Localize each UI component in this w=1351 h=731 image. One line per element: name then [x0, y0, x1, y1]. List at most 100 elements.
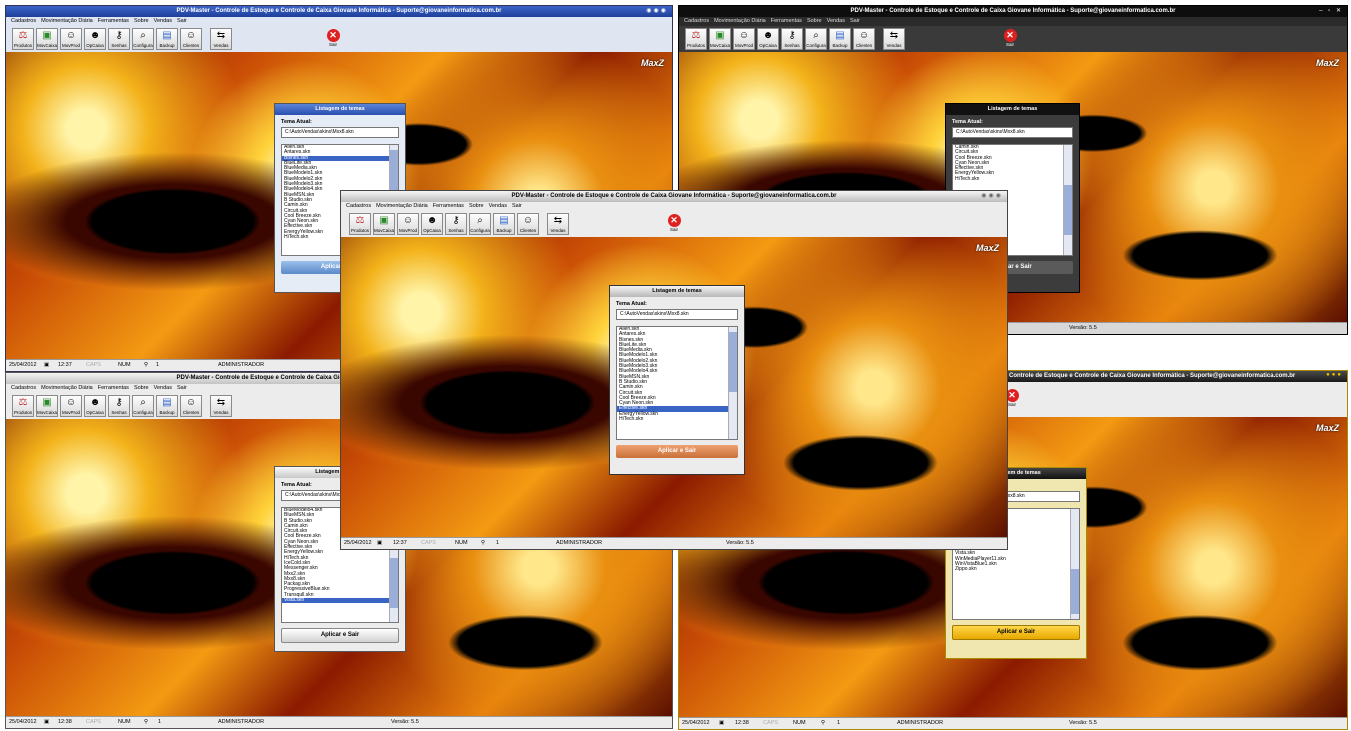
vendas-button[interactable]: ⇆ Vendas — [883, 28, 905, 50]
apply-button[interactable]: Aplicar e Sair — [281, 628, 399, 643]
senhas-button[interactable]: ⚷ Senhas — [108, 395, 130, 417]
menu-movimentacao[interactable]: Movimentação Diária — [41, 385, 93, 391]
opcaixa-button[interactable]: ☻ OpCaixa — [757, 28, 779, 50]
calendar-icon[interactable]: ▣ — [44, 717, 49, 728]
window-controls[interactable]: ●●● — [1326, 372, 1343, 378]
scrollbar[interactable] — [728, 327, 737, 439]
list-item[interactable]: Zippo.skn — [953, 566, 1079, 572]
theme-path-field[interactable]: C:\AutoVendas\skins\Mxx8.skn — [616, 309, 738, 320]
menu-vendas[interactable]: Vendas — [154, 385, 172, 391]
menu-cadastros[interactable]: Cadastros — [684, 18, 709, 24]
configura-button[interactable]: ⌕ Configura — [132, 395, 154, 417]
menu-ferramentas[interactable]: Ferramentas — [98, 385, 129, 391]
people-icon: ☺ — [65, 397, 77, 408]
calendar-icon[interactable]: ▣ — [377, 538, 382, 549]
backup-button[interactable]: ▤ Backup — [829, 28, 851, 50]
cashier-icon: ☻ — [89, 30, 101, 41]
produtos-button[interactable]: ⚖ Produtos — [12, 28, 34, 50]
clients-icon: ☺ — [185, 397, 197, 408]
vendas-button[interactable]: ⇆ Vendas — [210, 395, 232, 417]
configura-button[interactable]: ⌕ Configura — [469, 213, 491, 235]
menu-sair[interactable]: Sair — [177, 385, 187, 391]
menu-vendas[interactable]: Vendas — [154, 18, 172, 24]
movcaixa-button[interactable]: ▣ MovCaixa — [36, 28, 58, 50]
produtos-button[interactable]: ⚖ Produtos — [349, 213, 371, 235]
clientes-button[interactable]: ☺ Clientes — [180, 395, 202, 417]
status-caps: CAPS — [86, 719, 101, 725]
movprod-button[interactable]: ☺ MovProd — [733, 28, 755, 50]
status-bar: 25/04/2012 ▣ 12:38 CAPS NUM ⚲ 1 ADMINIST… — [679, 717, 1347, 729]
backup-icon: ▤ — [499, 215, 509, 226]
menu-sobre[interactable]: Sobre — [134, 385, 149, 391]
window-controls[interactable]: ◉◉◉ — [981, 192, 1003, 199]
backup-button[interactable]: ▤ Backup — [156, 395, 178, 417]
opcaixa-button[interactable]: ☻ OpCaixa — [84, 28, 106, 50]
movprod-button[interactable]: ☺ MovProd — [60, 395, 82, 417]
menu-vendas[interactable]: Vendas — [489, 203, 507, 209]
opcaixa-button[interactable]: ☻ OpCaixa — [421, 213, 443, 235]
exit-button[interactable]: ✕ Sair — [999, 28, 1021, 50]
produtos-button[interactable]: ⚖ Produtos — [685, 28, 707, 50]
menu-cadastros[interactable]: Cadastros — [346, 203, 371, 209]
produtos-button[interactable]: ⚖ Produtos — [12, 395, 34, 417]
menu-sobre[interactable]: Sobre — [469, 203, 484, 209]
window-controls[interactable]: – ▫ ✕ — [1319, 7, 1343, 14]
list-item[interactable]: Vista.skn — [282, 597, 398, 604]
backup-button[interactable]: ▤ Backup — [156, 28, 178, 50]
window-controls[interactable]: ◉◉◉ — [646, 7, 668, 14]
menu-sair[interactable]: Sair — [512, 203, 522, 209]
money-icon: ▣ — [715, 30, 725, 41]
menu-cadastros[interactable]: Cadastros — [11, 385, 36, 391]
opcaixa-button[interactable]: ☻ OpCaixa — [84, 395, 106, 417]
menu-movimentacao[interactable]: Movimentação Diária — [376, 203, 428, 209]
movcaixa-button[interactable]: ▣ MovCaixa — [373, 213, 395, 235]
clientes-button[interactable]: ☺ Clientes — [517, 213, 539, 235]
theme-label: Tema Atual: — [952, 119, 983, 125]
movprod-button[interactable]: ☺ MovProd — [397, 213, 419, 235]
menu-ferramentas[interactable]: Ferramentas — [771, 18, 802, 24]
senhas-button[interactable]: ⚷ Senhas — [108, 28, 130, 50]
apply-button[interactable]: Aplicar e Sair — [952, 625, 1080, 640]
menu-cadastros[interactable]: Cadastros — [11, 18, 36, 24]
status-num: NUM — [793, 720, 806, 726]
exit-button[interactable]: ✕ Sair — [322, 28, 344, 50]
calendar-icon[interactable]: ▣ — [44, 360, 49, 371]
clientes-button[interactable]: ☺ Clientes — [180, 28, 202, 50]
money-icon: ▣ — [379, 215, 389, 226]
senhas-button[interactable]: ⚷ Senhas — [445, 213, 467, 235]
status-bar: 25/04/2012 ▣ 12:37 CAPS NUM ⚲ 1 ADMINIST… — [341, 537, 1007, 549]
vendas-button[interactable]: ⇆ Vendas — [210, 28, 232, 50]
theme-path-field[interactable]: C:\AutoVendas\skins\Mxx8.skn — [281, 127, 399, 138]
scrollbar[interactable] — [1063, 145, 1072, 255]
logo: MaxZ — [1315, 58, 1339, 68]
vendas-button[interactable]: ⇆ Vendas — [547, 213, 569, 235]
movcaixa-button[interactable]: ▣ MovCaixa — [36, 395, 58, 417]
menu-sobre[interactable]: Sobre — [134, 18, 149, 24]
list-item[interactable]: HiTech.skn — [953, 176, 1072, 182]
clients-icon: ☺ — [185, 30, 197, 41]
senhas-button[interactable]: ⚷ Senhas — [781, 28, 803, 50]
backup-button[interactable]: ▤ Backup — [493, 213, 515, 235]
calendar-icon[interactable]: ▣ — [719, 718, 724, 729]
menu-movimentacao[interactable]: Movimentação Diária — [714, 18, 766, 24]
menu-vendas[interactable]: Vendas — [827, 18, 845, 24]
menu-sair[interactable]: Sair — [177, 18, 187, 24]
clientes-button[interactable]: ☺ Clientes — [853, 28, 875, 50]
close-icon: ✕ — [667, 214, 681, 227]
menu-ferramentas[interactable]: Ferramentas — [433, 203, 464, 209]
movprod-button[interactable]: ☺ MovProd — [60, 28, 82, 50]
list-item[interactable]: HiTech.skn — [617, 416, 737, 422]
menu-movimentacao[interactable]: Movimentação Diária — [41, 18, 93, 24]
movcaixa-button[interactable]: ▣ MovCaixa — [709, 28, 731, 50]
apply-button[interactable]: Aplicar e Sair — [616, 445, 738, 458]
theme-path-field[interactable]: C:\AutoVendas\skins\Mxx8.skn — [952, 127, 1073, 138]
menu-ferramentas[interactable]: Ferramentas — [98, 18, 129, 24]
configura-button[interactable]: ⌕ Configura — [132, 28, 154, 50]
theme-list[interactable]: Alien.skn Antares.skn Bisnes.skn BlueLite.s… — [616, 326, 738, 440]
menu-sair[interactable]: Sair — [850, 18, 860, 24]
menu-sobre[interactable]: Sobre — [807, 18, 822, 24]
configura-button[interactable]: ⌕ Configura — [805, 28, 827, 50]
status-bar: 25/04/2012 ▣ 12:38 CAPS NUM ⚲ 1 ADMINIST… — [6, 716, 672, 728]
exit-button[interactable]: ✕ Sair — [663, 213, 685, 235]
scrollbar[interactable] — [1070, 509, 1079, 619]
